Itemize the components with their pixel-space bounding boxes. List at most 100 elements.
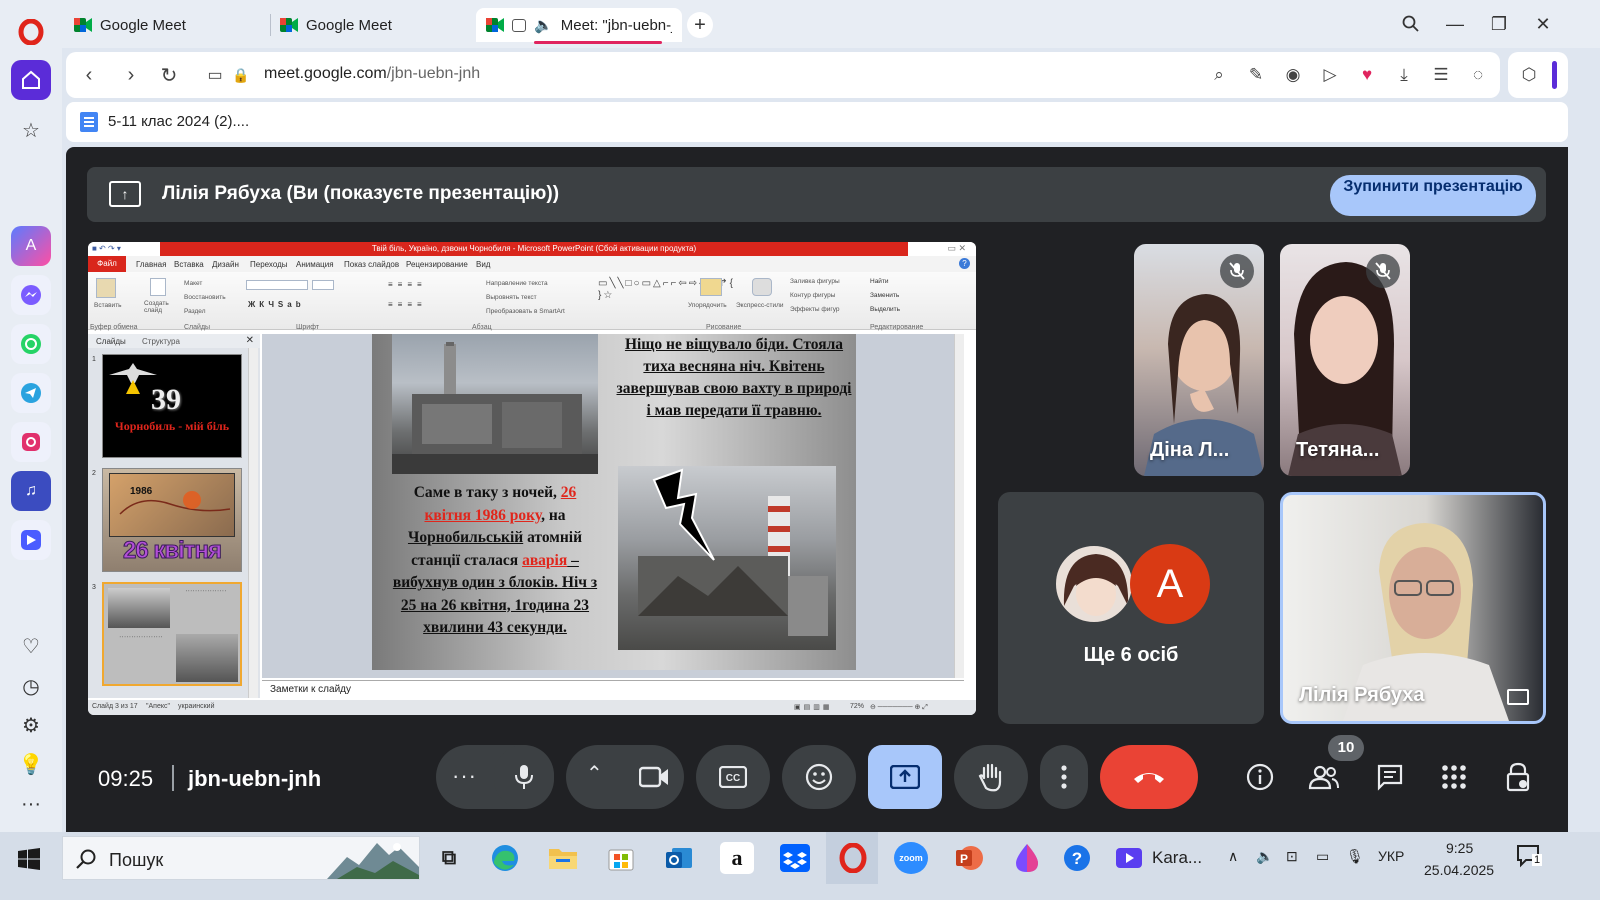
taskbar-time[interactable]: 9:25 — [1446, 840, 1473, 856]
slide-thumbnail-1[interactable]: 39 Чорнобиль - мій біль — [102, 354, 242, 458]
home-icon[interactable] — [11, 60, 51, 100]
powerpoint-icon[interactable]: P — [952, 842, 986, 874]
participant-tile-dina[interactable]: Діна Л... — [1134, 244, 1264, 476]
extensions-cube-icon[interactable]: ⬡ — [1516, 62, 1542, 88]
opera-taskbar-icon[interactable] — [836, 842, 870, 874]
taskbar-search[interactable]: Пошук — [62, 836, 420, 880]
ppt-menu-transitions[interactable]: Переходы — [250, 260, 288, 269]
file-explorer-icon[interactable] — [546, 842, 580, 874]
microphone-tray-icon[interactable]: 🎙 — [1346, 848, 1364, 865]
ppt-menu-home[interactable]: Главная — [136, 260, 166, 269]
restore-button[interactable]: ❐ — [1484, 10, 1514, 38]
zoom-app-icon[interactable]: zoom — [894, 842, 928, 874]
ppt-align-text-label[interactable]: Выровнять текст — [486, 294, 537, 301]
messenger-icon[interactable] — [11, 275, 51, 315]
volume-icon[interactable]: 🔈 — [1256, 848, 1273, 865]
aria-ai-icon[interactable]: A — [11, 226, 51, 266]
ppt-outline-label[interactable]: Контур фигуры — [790, 292, 835, 299]
show-hidden-icons-chevron[interactable]: ∧ — [1228, 848, 1238, 865]
audio-options-icon[interactable]: ··· — [452, 763, 477, 789]
player-send-icon[interactable] — [11, 520, 51, 560]
profile-icon[interactable]: ◌ — [1465, 62, 1491, 88]
ppt-menu-design[interactable]: Дизайн — [212, 260, 239, 269]
close-window-button[interactable]: ✕ — [1528, 10, 1558, 38]
input-language[interactable]: УКР — [1378, 848, 1404, 864]
color-drop-app-icon[interactable] — [1010, 842, 1044, 874]
help-app-icon[interactable]: ? — [1060, 842, 1094, 874]
ppt-menu-file[interactable]: Файл — [88, 256, 126, 272]
instagram-icon[interactable] — [11, 422, 51, 462]
back-button[interactable]: ‹ — [74, 60, 104, 90]
amazon-icon[interactable]: a — [720, 842, 754, 874]
tab-meet-active[interactable]: 🔈 Meet: "jbn-uebn-jr — [476, 8, 682, 44]
lightbulb-icon[interactable]: 💡 — [11, 744, 51, 784]
task-view-icon[interactable]: ⧉ — [432, 842, 466, 874]
easy-setup-icon[interactable]: ☰ — [1428, 62, 1454, 88]
outlook-icon[interactable] — [662, 842, 696, 874]
favorite-heart-icon[interactable]: ♥ — [1354, 62, 1380, 88]
search-tabs-icon[interactable] — [1396, 10, 1426, 38]
slide-thumbnail-3-selected[interactable]: · · · · · · · · · · · · · · · · · · · · … — [102, 582, 242, 686]
slide-view-scrollbar[interactable] — [954, 334, 964, 678]
reload-button[interactable]: ↻ — [154, 60, 184, 90]
font-size-dropdown[interactable] — [312, 280, 334, 290]
participant-tile-tetiana[interactable]: Тетяна... — [1280, 244, 1410, 476]
people-button[interactable] — [1306, 759, 1342, 795]
meeting-info-button[interactable] — [1242, 759, 1278, 795]
forward-button[interactable]: › — [116, 60, 146, 90]
leave-call-button[interactable] — [1100, 745, 1198, 809]
ppt-layout-label[interactable]: Макет — [184, 280, 202, 287]
host-controls-button[interactable] — [1500, 759, 1536, 795]
ppt-select-label[interactable]: Выделить — [870, 306, 900, 313]
tab-outline[interactable]: Структура — [142, 337, 180, 346]
more-dots-icon[interactable]: ··· — [11, 784, 51, 824]
shapes-gallery[interactable]: ▭╲╲□○▭△⌐⌐⇦⇨◇↰↱{ }☆ — [598, 278, 733, 302]
zoom-icon[interactable]: ⌕ — [1206, 62, 1232, 88]
download-icon[interactable]: ⤓ — [1391, 62, 1417, 88]
view-buttons[interactable]: ▣▤▥▦ — [794, 703, 832, 711]
slide-thumbnail-2[interactable]: 1986 26 квітня — [102, 468, 242, 572]
list-buttons[interactable]: ≡≡≡≡ — [388, 280, 427, 289]
edge-icon[interactable] — [488, 842, 522, 874]
opera-logo-icon[interactable] — [11, 12, 51, 52]
settings-gear-icon[interactable]: ⚙ — [11, 705, 51, 745]
new-tab-button[interactable]: + — [687, 12, 713, 38]
mic-button[interactable] — [494, 745, 554, 809]
raise-hand-button[interactable] — [954, 745, 1028, 809]
telegram-icon[interactable] — [11, 373, 51, 413]
heart-icon[interactable]: ♡ — [11, 626, 51, 666]
more-options-button[interactable] — [1040, 745, 1088, 809]
karaoke-app-icon[interactable] — [1112, 842, 1146, 874]
ppt-text-direction-label[interactable]: Направление текста — [486, 280, 548, 287]
taskbar-date[interactable]: 25.04.2025 — [1424, 862, 1494, 878]
chat-button[interactable] — [1372, 759, 1408, 795]
pin-tile-icon[interactable] — [1507, 689, 1529, 705]
paste-icon[interactable] — [96, 278, 116, 298]
tab-google-meet-2[interactable]: Google Meet — [270, 8, 475, 42]
network-icon[interactable]: ⊡ — [1286, 848, 1298, 865]
minimize-button[interactable]: — — [1440, 10, 1470, 38]
ppt-fill-label[interactable]: Заливка фигуры — [790, 278, 840, 285]
present-screen-button[interactable] — [868, 745, 942, 809]
snapshot-edit-icon[interactable]: ✎ — [1243, 62, 1269, 88]
karaoke-app-label[interactable]: Kara... — [1152, 848, 1202, 868]
camera-button[interactable] — [624, 745, 684, 809]
close-pane-icon[interactable]: ✕ — [246, 335, 254, 346]
font-family-dropdown[interactable] — [246, 280, 308, 290]
align-buttons[interactable]: ≡≡≡≡ — [388, 300, 427, 309]
tab-slides[interactable]: Слайды — [96, 337, 126, 346]
ppt-help-icon[interactable]: ? — [959, 258, 970, 269]
speaker-audio-icon[interactable]: 🔈 — [534, 16, 553, 34]
ppt-menu-view[interactable]: Вид — [476, 260, 490, 269]
microsoft-store-icon[interactable] — [604, 842, 638, 874]
tab-google-meet-1[interactable]: Google Meet — [64, 8, 269, 42]
slides-pane-scrollbar[interactable] — [248, 348, 258, 698]
ppt-replace-label[interactable]: Заменить — [870, 292, 899, 299]
send-icon[interactable]: ▷ — [1317, 62, 1343, 88]
quick-styles-icon[interactable] — [752, 278, 772, 296]
ppt-find-label[interactable]: Найти — [870, 278, 889, 285]
ppt-menu-animation[interactable]: Анимация — [296, 260, 334, 269]
ppt-menu-slideshow[interactable]: Показ слайдов — [344, 260, 399, 269]
lock-icon[interactable]: 🔒 — [226, 60, 256, 90]
font-format-buttons[interactable]: ЖКЧSab — [248, 300, 305, 309]
